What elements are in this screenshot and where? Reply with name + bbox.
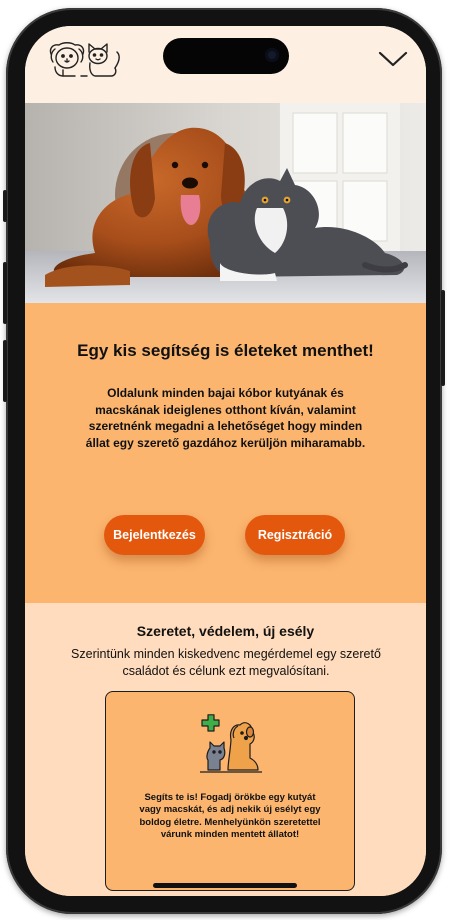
about-section: Szeretet, védelem, új esély Szerintünk m… (25, 603, 426, 896)
pets-with-plus-icon (200, 714, 262, 773)
dog-and-cat-logo-icon[interactable] (45, 40, 123, 78)
login-button[interactable]: Bejelentkezés (104, 515, 205, 555)
about-text: Szerintünk minden kiskedvenc megérdemel … (71, 647, 381, 678)
intro-text: Oldalunk minden bajai kóbor kutyának és … (85, 386, 366, 450)
register-button[interactable]: Regisztráció (245, 515, 345, 555)
phone-mute-switch (3, 190, 7, 222)
camera-icon (265, 48, 279, 62)
home-indicator[interactable] (153, 883, 297, 888)
about-title: Szeretet, védelem, új esély (136, 623, 315, 639)
app-screen: Egy kis segítség is életeket menthet! Ol… (25, 26, 426, 896)
phone-power-button (441, 290, 445, 386)
phone-volume-down (3, 340, 7, 402)
adoption-card-text: Segíts te is! Fogadj örökbe egy kutyát v… (139, 792, 321, 841)
dynamic-island (163, 38, 289, 74)
intro-headline: Egy kis segítség is életeket menthet! (77, 341, 374, 360)
adoption-card[interactable]: Segíts te is! Fogadj örökbe egy kutyát v… (105, 691, 355, 891)
intro-section: Egy kis segítség is életeket menthet! Ol… (25, 303, 426, 603)
phone-volume-up (3, 262, 7, 324)
dog-and-cat-photo (25, 103, 426, 303)
chevron-down-icon[interactable] (378, 50, 408, 68)
